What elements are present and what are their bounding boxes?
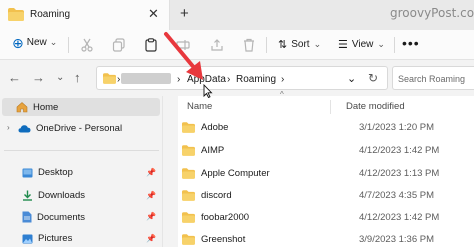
documents-icon (22, 211, 32, 223)
search-placeholder: Search Roaming (398, 74, 466, 84)
download-icon (23, 190, 32, 201)
sort-icon: ⇅ (278, 39, 288, 51)
file-name: AIMP (201, 144, 225, 156)
sidebar-item-documents[interactable]: Documents (22, 211, 85, 223)
expand-chevron-icon[interactable]: › (7, 123, 10, 132)
sidebar-item-pictures[interactable]: Pictures (22, 233, 72, 244)
folder-icon (8, 8, 24, 21)
pin-icon[interactable]: 📌 (146, 168, 156, 177)
copy-icon[interactable] (112, 38, 126, 52)
back-arrow-icon[interactable]: ← (8, 70, 21, 85)
sidebar-item-label: Home (33, 101, 59, 113)
folder-icon (103, 73, 116, 84)
divider (266, 37, 267, 53)
breadcrumb-separator: › (281, 74, 285, 85)
breadcrumb-separator: › (227, 74, 231, 85)
cut-icon[interactable] (80, 38, 94, 52)
divider (68, 37, 69, 53)
sidebar-item-desktop[interactable]: Desktop (22, 167, 73, 178)
folder-icon (182, 189, 195, 201)
date-modified: 4/7/2023 4:35 PM (359, 189, 434, 201)
sidebar-item-label: Desktop (38, 167, 73, 178)
column-divider[interactable] (330, 100, 331, 114)
tab-title: Roaming (30, 9, 71, 20)
navigation-row: ← → ⌄ ↑ › › AppData › Roaming › ⌄ ↻ Sear… (0, 60, 474, 96)
pin-icon[interactable]: 📌 (146, 234, 156, 243)
address-bar[interactable]: › › AppData › Roaming › ⌄ (96, 66, 388, 90)
pin-icon[interactable]: 📌 (146, 212, 156, 221)
file-name: Adobe (201, 121, 229, 133)
sidebar-item-label: Downloads (38, 190, 85, 201)
folder-icon (182, 211, 195, 223)
folder-icon (182, 233, 195, 245)
chevron-down-icon: ⌄ (49, 37, 58, 47)
chevron-down-icon[interactable]: ⌄ (347, 72, 356, 85)
new-tab-button[interactable]: + (180, 5, 189, 22)
search-input[interactable]: Search Roaming (392, 66, 474, 90)
home-icon (16, 102, 28, 113)
cloud-icon (18, 125, 31, 133)
date-modified: 4/12/2023 1:42 PM (359, 144, 440, 156)
pictures-icon (22, 234, 33, 243)
list-item[interactable]: AIMP 4/12/2023 1:42 PM (182, 141, 474, 159)
file-name: Greenshot (201, 233, 246, 245)
up-arrow-icon[interactable]: ↑ (74, 70, 81, 85)
sort-button[interactable]: ⇅ Sort ⌄ (278, 38, 321, 51)
new-label: New (26, 37, 47, 48)
sidebar-item-label: Documents (37, 211, 86, 223)
refresh-icon[interactable]: ↻ (368, 71, 378, 85)
divider (394, 37, 395, 53)
mouse-cursor-icon (203, 84, 213, 98)
navigation-pane: Home › OneDrive - Personal Desktop 📌 Dow… (0, 96, 163, 247)
plus-icon: ⊕ (12, 34, 24, 51)
folder-icon (182, 121, 195, 133)
sidebar-item-home[interactable]: Home (16, 101, 58, 113)
chevron-down-icon: ⌄ (377, 39, 385, 49)
more-options-button[interactable]: ••• (402, 35, 420, 51)
file-name: Apple Computer (201, 167, 270, 179)
date-modified: 3/1/2023 1:20 PM (359, 121, 434, 133)
folder-icon (182, 144, 195, 156)
command-bar: ⊕ New ⌄ ⇅ Sort ⌄ ☰ View ⌄ ••• (0, 30, 474, 60)
breadcrumb-roaming[interactable]: Roaming (236, 74, 276, 85)
tab-bar: Roaming ✕ + groovyPost.com (0, 0, 474, 30)
annotation-arrow (164, 32, 203, 80)
list-item[interactable]: Adobe 3/1/2023 1:20 PM (182, 118, 474, 136)
new-button[interactable]: ⊕ New ⌄ (12, 34, 58, 51)
sidebar-item-label: Pictures (38, 233, 73, 244)
forward-arrow-icon[interactable]: → (32, 70, 45, 85)
view-icon: ☰ (338, 39, 348, 51)
sidebar-item-label: OneDrive - Personal (36, 123, 123, 134)
paste-icon[interactable] (144, 38, 158, 52)
chevron-down-icon: ⌄ (313, 39, 322, 49)
date-modified: 4/12/2023 1:13 PM (359, 167, 440, 179)
breadcrumb-separator: › (117, 74, 121, 85)
file-name: foobar2000 (201, 211, 250, 223)
list-item[interactable]: Apple Computer 4/12/2023 1:13 PM (182, 164, 474, 182)
column-header-date-modified[interactable]: Date modified (346, 101, 405, 112)
divider (4, 150, 159, 151)
date-modified: 4/12/2023 1:42 PM (359, 211, 440, 223)
delete-icon[interactable] (242, 38, 256, 52)
sidebar-item-downloads[interactable]: Downloads (22, 190, 85, 201)
recent-chevron-icon[interactable]: ⌄ (56, 72, 64, 83)
sort-label: Sort (291, 39, 310, 50)
date-modified: 3/9/2023 1:36 PM (359, 233, 434, 245)
view-label: View (351, 39, 374, 50)
list-item[interactable]: foobar2000 4/12/2023 1:42 PM (182, 208, 474, 226)
folder-icon (182, 167, 195, 179)
file-name: discord (201, 189, 232, 201)
watermark: groovyPost.com (390, 6, 474, 20)
list-item[interactable]: Greenshot 3/9/2023 1:36 PM (182, 230, 474, 247)
pin-icon[interactable]: 📌 (146, 191, 156, 200)
view-button[interactable]: ☰ View ⌄ (338, 38, 385, 51)
sidebar-item-onedrive[interactable]: OneDrive - Personal (18, 123, 122, 134)
share-icon[interactable] (210, 38, 224, 52)
tab-roaming[interactable]: Roaming ✕ (0, 0, 170, 30)
close-tab-icon[interactable]: ✕ (148, 6, 159, 22)
list-item[interactable]: discord 4/7/2023 4:35 PM (182, 186, 474, 204)
desktop-icon (22, 168, 33, 177)
column-header-name[interactable]: Name (187, 101, 212, 112)
sort-chevron-icon: ^ (280, 90, 284, 99)
